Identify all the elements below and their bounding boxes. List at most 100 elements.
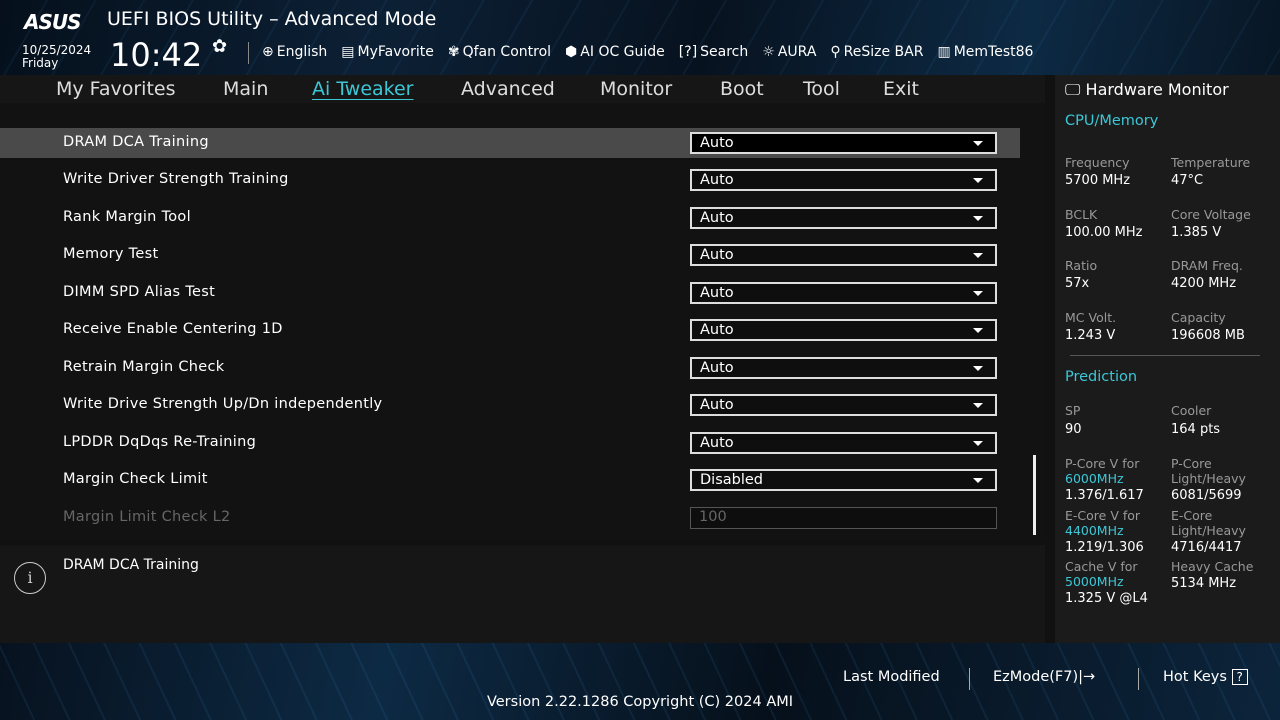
setting-row[interactable]: DIMM SPD Alias Test Auto xyxy=(0,278,1020,308)
metric-value: 4200 MHz xyxy=(1171,276,1236,291)
tab-my-favorites[interactable]: My Favorites xyxy=(56,78,176,100)
setting-row[interactable]: Write Drive Strength Up/Dn independently… xyxy=(0,390,1020,420)
pred-label: Light/Heavy xyxy=(1171,471,1246,486)
globe-icon: ⊕ xyxy=(262,44,274,60)
setting-row[interactable]: LPDDR DqDqs Re-Training Auto xyxy=(0,428,1020,458)
metric-label: Core Voltage xyxy=(1171,207,1251,222)
setting-dropdown[interactable]: Auto xyxy=(690,282,997,304)
pred-label-block: E-Core V for4400MHz xyxy=(1065,508,1140,538)
setting-dropdown[interactable]: Auto xyxy=(690,132,997,154)
date-display: 10/25/2024Friday xyxy=(22,44,91,70)
tab-monitor[interactable]: Monitor xyxy=(600,78,672,100)
setting-dropdown[interactable]: Disabled xyxy=(690,469,997,491)
setting-label: Margin Limit Check L2 xyxy=(63,509,231,525)
tab-exit[interactable]: Exit xyxy=(883,78,919,100)
setting-label: Margin Check Limit xyxy=(63,471,208,487)
setting-dropdown[interactable]: Auto xyxy=(690,394,997,416)
tab-boot[interactable]: Boot xyxy=(720,78,764,100)
memtest-button[interactable]: ▥MemTest86 xyxy=(937,44,1033,60)
ezmode-button[interactable]: EzMode(F7)|→ xyxy=(993,669,1095,685)
label: AI OC Guide xyxy=(580,44,665,60)
metric-label: Temperature xyxy=(1171,155,1250,170)
pred-label: Heavy Cache xyxy=(1171,559,1253,574)
pred-label: P-Core xyxy=(1171,456,1212,471)
metric-label: BCLK xyxy=(1065,207,1097,222)
tab-tool[interactable]: Tool xyxy=(803,78,840,100)
setting-label: Retrain Margin Check xyxy=(63,359,224,375)
pred-frequency: 4400MHz xyxy=(1065,523,1124,538)
metric-value: 57x xyxy=(1065,276,1089,291)
title: Hardware Monitor xyxy=(1086,80,1229,99)
toolbar: ⊕English ▤MyFavorite ✾Qfan Control ⬢AI O… xyxy=(262,44,1033,60)
divider xyxy=(248,42,249,64)
setting-label: Rank Margin Tool xyxy=(63,209,191,225)
pred-label: E-Core V for xyxy=(1065,508,1140,523)
metric-label: Capacity xyxy=(1171,310,1226,325)
help-icon: ? xyxy=(1232,669,1248,685)
setting-dropdown[interactable]: Auto xyxy=(690,244,997,266)
setting-row[interactable]: Receive Enable Centering 1D Auto xyxy=(0,315,1020,345)
asus-logo: ASUS xyxy=(24,10,81,34)
english-button[interactable]: ⊕English xyxy=(262,44,327,60)
tab-main[interactable]: Main xyxy=(223,78,268,100)
resize-bar-button[interactable]: ⚲ReSize BAR xyxy=(830,44,923,60)
setting-dropdown[interactable]: Auto xyxy=(690,319,997,341)
metric-value: 1.243 V xyxy=(1065,328,1115,343)
setting-row[interactable]: DRAM DCA Training Auto xyxy=(0,128,1020,158)
prediction-heading: Prediction xyxy=(1065,369,1137,385)
setting-label: Receive Enable Centering 1D xyxy=(63,321,283,337)
gear-icon[interactable]: ✿ xyxy=(212,36,227,57)
setting-label: LPDDR DqDqs Re-Training xyxy=(63,434,256,450)
metric-label: MC Volt. xyxy=(1065,310,1116,325)
pred-frequency: 6000MHz xyxy=(1065,471,1124,486)
setting-row[interactable]: Write Driver Strength Training Auto xyxy=(0,165,1020,195)
search-button[interactable]: [?]Search xyxy=(679,44,748,60)
setting-row: Margin Limit Check L2 100 xyxy=(0,503,1020,533)
metric-value: 1.385 V xyxy=(1171,225,1221,240)
metric-value: 5700 MHz xyxy=(1065,173,1130,188)
metric-value: 47°C xyxy=(1171,173,1203,188)
tab-ai-tweaker[interactable]: Ai Tweaker xyxy=(312,78,413,100)
tab-advanced[interactable]: Advanced xyxy=(461,78,555,100)
help-text: DRAM DCA Training xyxy=(63,557,199,573)
aura-button[interactable]: ☼AURA xyxy=(762,44,816,60)
setting-row[interactable]: Memory TestAuto xyxy=(0,240,1020,270)
setting-dropdown[interactable]: Auto xyxy=(690,357,997,379)
metric-label: Frequency xyxy=(1065,155,1130,170)
setting-input: 100 xyxy=(690,507,997,529)
setting-label: Write Driver Strength Training xyxy=(63,171,289,187)
fan-icon: ✾ xyxy=(448,44,460,60)
cooler-label: Cooler xyxy=(1171,403,1211,418)
setting-row[interactable]: Margin Check Limit Disabled xyxy=(0,465,1020,495)
setting-label: DIMM SPD Alias Test xyxy=(63,284,215,300)
pred-label-block: P-Core V for6000MHz xyxy=(1065,456,1139,486)
hot-keys-button[interactable]: Hot Keys ? xyxy=(1163,669,1248,685)
pred-label-block: E-CoreLight/Heavy xyxy=(1171,508,1246,538)
metric-value: 196608 MB xyxy=(1171,328,1245,343)
setting-label: DRAM DCA Training xyxy=(63,134,209,150)
settings-list: DRAM DCA Training Auto Write Driver Stren… xyxy=(0,103,1045,540)
search-icon: [?] xyxy=(679,44,697,60)
ai-oc-guide-button[interactable]: ⬢AI OC Guide xyxy=(565,44,665,60)
last-modified-button[interactable]: Last Modified xyxy=(843,669,940,685)
hardware-monitor-panel: 🖵 Hardware Monitor CPU/Memory Frequency5… xyxy=(1055,75,1280,643)
label: MyFavorite xyxy=(358,44,434,60)
hardware-monitor-title: 🖵 Hardware Monitor xyxy=(1065,80,1229,100)
setting-dropdown[interactable]: Auto xyxy=(690,207,997,229)
label: English xyxy=(277,44,328,60)
divider xyxy=(969,668,970,690)
scrollbar[interactable] xyxy=(1033,455,1036,535)
label: AURA xyxy=(778,44,817,60)
setting-row[interactable]: Retrain Margin Check Auto xyxy=(0,353,1020,383)
pred-value: 5134 MHz xyxy=(1171,576,1236,591)
label: MemTest86 xyxy=(954,44,1034,60)
divider xyxy=(1070,355,1260,356)
label: Search xyxy=(700,44,748,60)
metric-value: 100.00 MHz xyxy=(1065,225,1142,240)
setting-dropdown[interactable]: Auto xyxy=(690,169,997,191)
setting-row[interactable]: Rank Margin Tool Auto xyxy=(0,203,1020,233)
pred-frequency: 5000MHz xyxy=(1065,574,1124,589)
myfavorite-button[interactable]: ▤MyFavorite xyxy=(341,44,434,60)
setting-dropdown[interactable]: Auto xyxy=(690,432,997,454)
qfan-button[interactable]: ✾Qfan Control xyxy=(448,44,551,60)
